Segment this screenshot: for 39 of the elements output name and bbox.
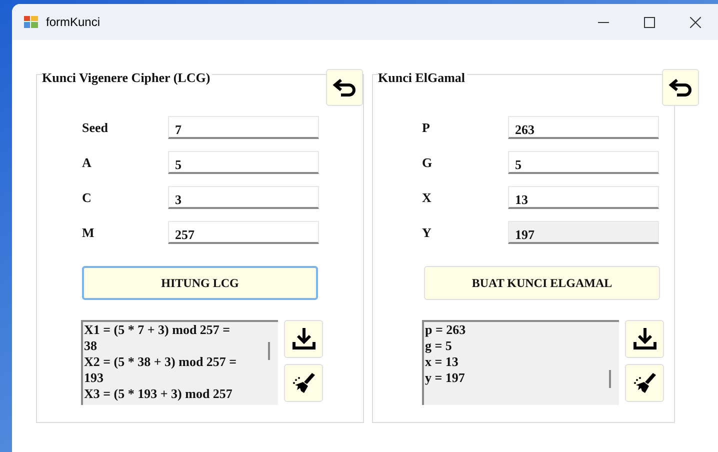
input-field[interactable]: 263	[508, 116, 659, 139]
field-label: A	[82, 154, 92, 172]
download-icon	[632, 326, 658, 352]
action-button[interactable]: BUAT KUNCI ELGAMAL	[424, 266, 660, 300]
field-label: G	[422, 154, 434, 172]
input-field[interactable]: 5	[508, 151, 659, 174]
save-button[interactable]	[284, 320, 323, 358]
download-icon	[290, 326, 316, 352]
field-label: C	[82, 188, 92, 207]
undo-icon	[332, 78, 356, 98]
input-field[interactable]: 5	[168, 151, 319, 174]
app-icon	[24, 16, 38, 28]
input-field[interactable]: 3	[168, 186, 319, 209]
scrollbar-thumb[interactable]	[609, 370, 611, 388]
close-icon	[690, 16, 700, 28]
input-field[interactable]: 257	[168, 221, 319, 244]
save-button[interactable]	[625, 320, 664, 358]
scrollbar-thumb[interactable]	[268, 342, 270, 360]
action-button[interactable]: HITUNG LCG	[82, 266, 318, 300]
maximize-icon	[644, 16, 654, 28]
group-title: Kunci Vigenere Cipher (LCG)	[42, 70, 212, 85]
field-label: Seed	[82, 118, 109, 137]
undo-button[interactable]	[662, 69, 699, 106]
clear-button[interactable]	[284, 364, 323, 402]
undo-button[interactable]	[326, 69, 363, 106]
output-text-area: X1 = (5 * 7 + 3) mod 257 = 38 X2 = (5 * 38 + 3) mod 257 = 193 X3 = (5 * 193 + 3) mod 257	[81, 320, 278, 405]
input-field[interactable]: 13	[508, 186, 659, 209]
clear-button[interactable]	[625, 364, 664, 402]
broom-icon	[292, 371, 316, 395]
field-label: P	[422, 118, 431, 137]
field-label: X	[422, 188, 432, 207]
broom-icon	[632, 371, 656, 395]
field-label: Y	[422, 224, 432, 242]
output-text-area: p = 263 g = 5 x = 13 y = 197	[422, 320, 619, 405]
window-title: formKunci	[46, 14, 100, 31]
group-title: Kunci ElGamal	[378, 70, 468, 85]
undo-icon	[668, 78, 692, 98]
input-field[interactable]: 7	[168, 116, 319, 139]
field-label: M	[82, 224, 96, 242]
